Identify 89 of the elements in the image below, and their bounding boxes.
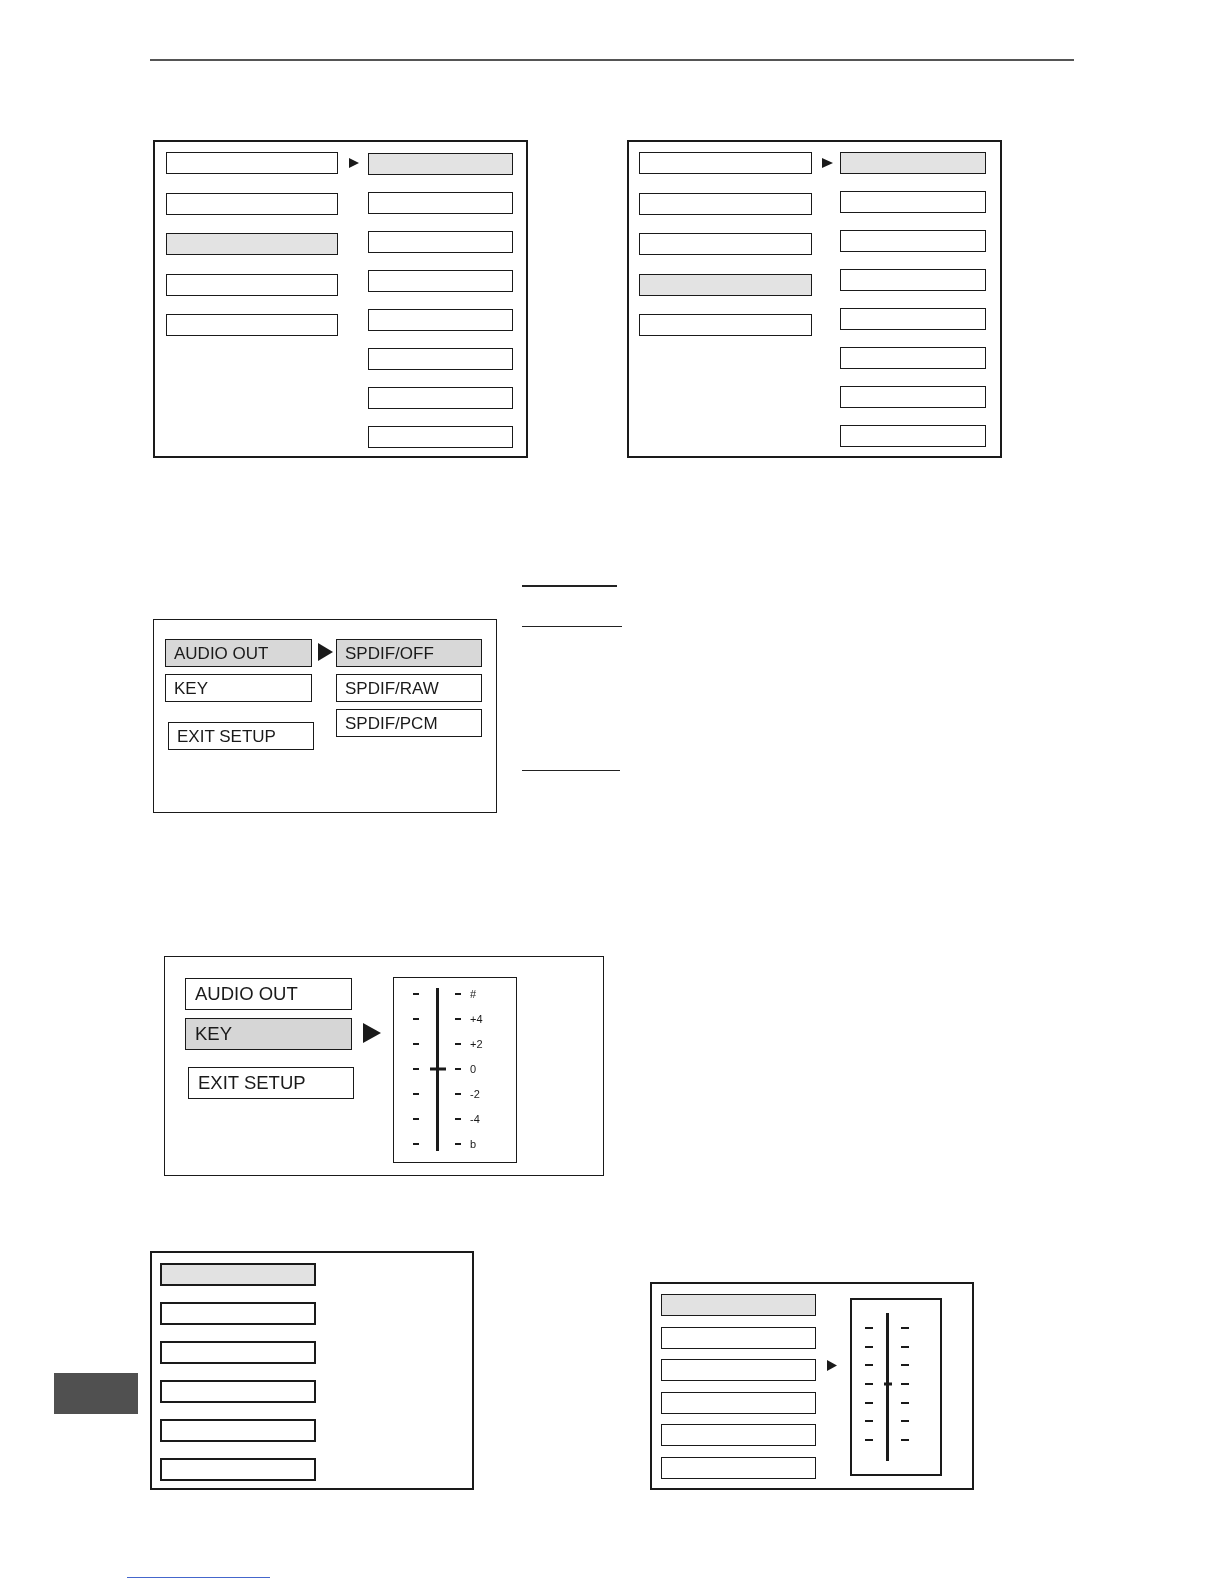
- option-item[interactable]: [840, 347, 986, 369]
- menu-item[interactable]: [160, 1302, 316, 1325]
- menu-item[interactable]: [166, 152, 338, 174]
- option-item[interactable]: [840, 191, 986, 213]
- tick-mark: [455, 1143, 461, 1145]
- tick-mark: [455, 1118, 461, 1120]
- tick-mark: [413, 1118, 419, 1120]
- tick-mark: [901, 1401, 909, 1404]
- menu-item[interactable]: KEY: [185, 1018, 352, 1050]
- menu-item[interactable]: [661, 1294, 816, 1316]
- tick-mark: [901, 1364, 909, 1367]
- option-item[interactable]: [368, 153, 513, 175]
- option-item[interactable]: SPDIF/OFF: [336, 639, 482, 667]
- menu-item[interactable]: [661, 1359, 816, 1382]
- option-item[interactable]: [368, 348, 513, 370]
- option-item[interactable]: [840, 308, 986, 330]
- menu-item[interactable]: [661, 1424, 816, 1447]
- menu-item[interactable]: [160, 1341, 316, 1364]
- tick-mark: [413, 1043, 419, 1045]
- tick-mark: [901, 1345, 909, 1348]
- menu-item[interactable]: [639, 192, 812, 215]
- scale-label: b: [470, 1138, 477, 1150]
- menu-item[interactable]: [160, 1380, 316, 1403]
- tick-mark: [455, 1093, 461, 1095]
- tick-mark: [865, 1345, 873, 1348]
- option-item[interactable]: [368, 387, 513, 409]
- scale-label: -2: [470, 1088, 480, 1100]
- tick-mark: [455, 1018, 461, 1020]
- menu-item[interactable]: [639, 233, 812, 255]
- arrow-icon: [349, 158, 359, 168]
- menu-item[interactable]: [160, 1458, 316, 1481]
- tick-mark: [413, 993, 419, 995]
- tick-mark: [455, 1068, 461, 1070]
- option-item[interactable]: SPDIF/RAW: [336, 674, 482, 702]
- tick-mark: [413, 1093, 419, 1095]
- tick-mark: [413, 1143, 419, 1145]
- tick-mark: [865, 1438, 873, 1441]
- scale-label: #: [470, 988, 477, 1000]
- menu-item[interactable]: AUDIO OUT: [185, 978, 352, 1010]
- option-item[interactable]: [840, 425, 986, 447]
- option-item[interactable]: [368, 270, 513, 292]
- arrow-icon: [318, 643, 333, 661]
- menu-item[interactable]: EXIT SETUP: [168, 722, 314, 750]
- menu-item[interactable]: [639, 273, 812, 296]
- tick-mark: [901, 1420, 909, 1423]
- tick-mark: [413, 1018, 419, 1020]
- menu-item[interactable]: [166, 314, 338, 336]
- tick-mark: [865, 1401, 873, 1404]
- menu-item[interactable]: [160, 1419, 316, 1442]
- scale-label: -4: [470, 1113, 480, 1125]
- arrow-icon: [363, 1023, 381, 1043]
- tick-mark: [865, 1420, 873, 1423]
- arrow-icon: [822, 158, 833, 168]
- option-item[interactable]: [840, 386, 986, 408]
- menu-item[interactable]: KEY: [165, 674, 312, 702]
- tick-mark: [865, 1382, 873, 1385]
- menu-item[interactable]: [661, 1326, 816, 1349]
- option-item[interactable]: [840, 269, 986, 291]
- menu-item[interactable]: [166, 273, 338, 296]
- tick-mark: [901, 1382, 909, 1385]
- option-item[interactable]: [368, 426, 513, 448]
- option-item[interactable]: [368, 231, 513, 253]
- menu-item[interactable]: AUDIO OUT: [165, 639, 312, 667]
- tick-mark: [901, 1327, 909, 1329]
- tick-mark: [455, 993, 461, 995]
- tick-mark: [455, 1043, 461, 1045]
- menu-item[interactable]: [639, 314, 812, 336]
- tick-mark: [865, 1364, 873, 1367]
- option-item[interactable]: SPDIF/PCM: [336, 709, 482, 737]
- menu-item[interactable]: [639, 152, 812, 174]
- menu-item[interactable]: EXIT SETUP: [188, 1067, 354, 1099]
- scale-label: +2: [470, 1038, 483, 1050]
- menu-item[interactable]: [661, 1456, 816, 1479]
- option-item[interactable]: [840, 230, 986, 252]
- menu-item[interactable]: [166, 192, 338, 215]
- option-item[interactable]: [368, 309, 513, 331]
- menu-item[interactable]: [160, 1263, 316, 1286]
- tick-mark: [865, 1327, 873, 1329]
- slider-thumb[interactable]: [430, 1067, 446, 1071]
- option-item[interactable]: [368, 192, 513, 214]
- scale-label: 0: [470, 1063, 477, 1075]
- menu-item[interactable]: [661, 1391, 816, 1414]
- tick-mark: [901, 1438, 909, 1441]
- tick-mark: [413, 1068, 419, 1070]
- option-item[interactable]: [840, 152, 986, 174]
- menu-item[interactable]: [166, 233, 338, 255]
- arrow-icon: [827, 1360, 837, 1371]
- slider-thumb[interactable]: [884, 1382, 892, 1386]
- scale-label: +4: [470, 1013, 483, 1025]
